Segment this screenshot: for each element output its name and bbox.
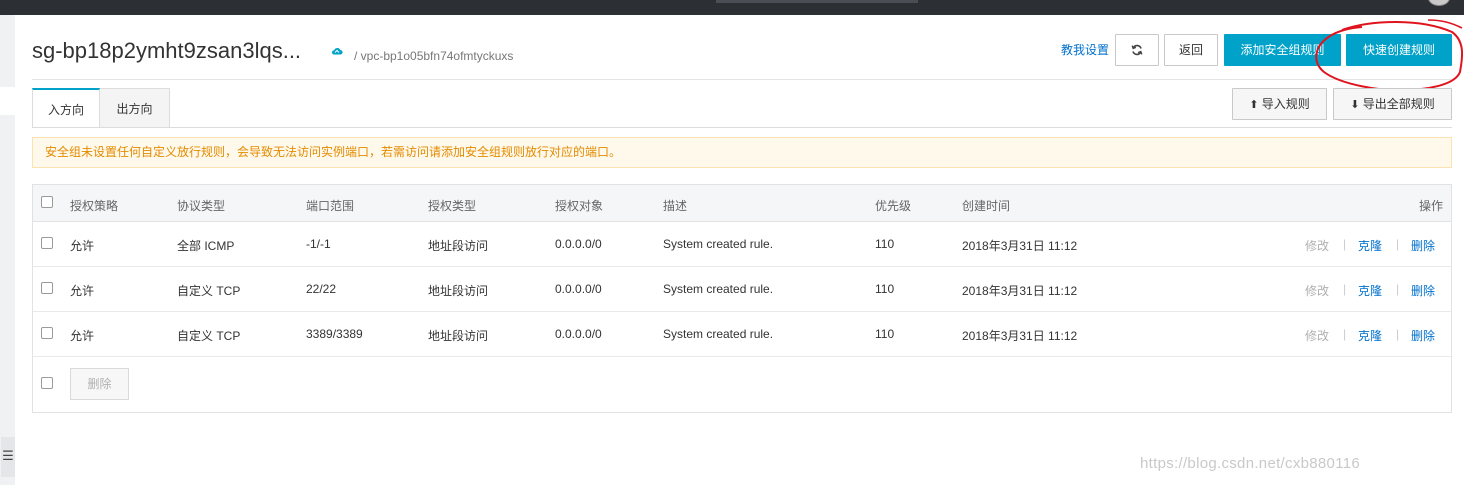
table-row: 允许 自定义 TCP 22/22 地址段访问 0.0.0.0/0 System … [33,267,1451,312]
clone-link[interactable]: 克隆 [1358,327,1382,344]
avatar[interactable] [1428,0,1450,6]
header-divider [32,79,1451,80]
cell-auth-object: 0.0.0.0/0 [555,282,602,296]
cell-created: 2018年3月31日 11:12 [962,239,1078,253]
cell-created: 2018年3月31日 11:12 [962,284,1078,298]
clone-link[interactable]: 克隆 [1358,282,1382,299]
cell-protocol: 自定义 TCP [177,284,241,298]
table-row: 允许 全部 ICMP -1/-1 地址段访问 0.0.0.0/0 System … [33,222,1451,267]
column-header-created: 创建时间 [962,199,1011,213]
cell-priority: 110 [875,237,895,251]
action-separator: | [1396,327,1400,341]
security-rules-table: 授权策略 协议类型 端口范围 授权类型 授权对象 描述 优先级 创建时间 操作 … [32,184,1452,413]
cell-protocol: 全部 ICMP [177,239,235,253]
cell-description: System created rule. [663,237,774,251]
cell-auth-object: 0.0.0.0/0 [555,237,602,251]
column-header-auth-object: 授权对象 [555,199,604,213]
table-footer: 删除 [33,357,1451,412]
column-header-auth-type: 授权类型 [428,199,477,213]
cell-auth-type: 地址段访问 [428,239,489,253]
refresh-button[interactable] [1115,34,1159,66]
import-rules-button[interactable]: ⬆ 导入规则 [1232,88,1327,120]
cell-policy: 允许 [70,329,95,343]
cell-port: 3389/3389 [306,327,363,341]
cloud-icon [332,48,343,55]
table-row: 允许 自定义 TCP 3389/3389 地址段访问 0.0.0.0/0 Sys… [33,312,1451,357]
delete-link[interactable]: 删除 [1411,282,1435,299]
action-separator: | [1396,282,1400,296]
menu-icon[interactable]: ☰ [1,437,15,477]
tab-outbound[interactable]: 出方向 [100,88,170,128]
setup-guide-link[interactable]: 教我设置 [1061,41,1109,58]
edit-link[interactable]: 修改 [1305,237,1329,254]
footer-select-all-checkbox[interactable] [41,377,53,389]
cell-auth-type: 地址段访问 [428,284,489,298]
export-all-rules-label: 导出全部规则 [1362,97,1435,111]
cell-protocol: 自定义 TCP [177,329,241,343]
column-header-priority: 优先级 [875,199,912,213]
action-separator: | [1396,237,1400,251]
cell-policy: 允许 [70,284,95,298]
cell-priority: 110 [875,327,895,341]
cell-auth-type: 地址段访问 [428,329,489,343]
cell-port: -1/-1 [306,237,331,251]
back-button[interactable]: 返回 [1164,34,1218,66]
batch-delete-button[interactable]: 删除 [70,368,129,400]
delete-link[interactable]: 删除 [1411,327,1435,344]
add-security-rule-button[interactable]: 添加安全组规则 [1224,34,1341,66]
left-sidebar-strip: ☰ [0,15,15,485]
cell-priority: 110 [875,282,895,296]
edit-link[interactable]: 修改 [1305,327,1329,344]
sidebar-divider [0,87,15,115]
cell-description: System created rule. [663,327,774,341]
row-checkbox[interactable] [41,282,53,294]
watermark-text: https://blog.csdn.net/cxb880116 [1140,455,1361,472]
clone-link[interactable]: 克隆 [1358,237,1382,254]
column-header-protocol: 协议类型 [177,199,226,213]
warning-banner: 安全组未设置任何自定义放行规则，会导致无法访问实例端口，若需访问请添加安全组规则… [32,137,1452,168]
page-title: sg-bp18p2ymht9zsan3lqs... [32,38,302,63]
cell-policy: 允许 [70,239,95,253]
row-checkbox[interactable] [41,237,53,249]
column-header-description: 描述 [663,199,688,213]
delete-link[interactable]: 删除 [1411,237,1435,254]
export-all-rules-button[interactable]: ⬇ 导出全部规则 [1333,88,1452,120]
tabs-divider [32,127,1452,128]
top-nav-bar [0,0,1464,15]
tab-inbound[interactable]: 入方向 [32,88,100,128]
action-separator: | [1343,282,1347,296]
action-separator: | [1343,327,1347,341]
table-header: 授权策略 协议类型 端口范围 授权类型 授权对象 描述 优先级 创建时间 操作 [33,185,1451,222]
download-icon: ⬇ [1350,99,1360,111]
column-header-policy: 授权策略 [70,199,119,213]
row-checkbox[interactable] [41,327,53,339]
vpc-breadcrumb[interactable]: / vpc-bp1o05bfn74ofmtyckuxs [354,49,513,63]
import-rules-label: 导入规则 [1261,97,1310,111]
cell-description: System created rule. [663,282,774,296]
cell-created: 2018年3月31日 11:12 [962,329,1078,343]
cell-port: 22/22 [306,282,337,296]
edit-link[interactable]: 修改 [1305,282,1329,299]
top-search-bar[interactable] [716,0,918,3]
cell-auth-object: 0.0.0.0/0 [555,327,602,341]
refresh-icon [1131,44,1143,56]
column-header-actions: 操作 [1419,199,1444,213]
column-header-port: 端口范围 [306,199,355,213]
upload-icon: ⬆ [1249,99,1259,111]
quick-create-rule-button[interactable]: 快速创建规则 [1346,34,1452,66]
select-all-checkbox[interactable] [41,196,53,208]
action-separator: | [1343,237,1347,251]
